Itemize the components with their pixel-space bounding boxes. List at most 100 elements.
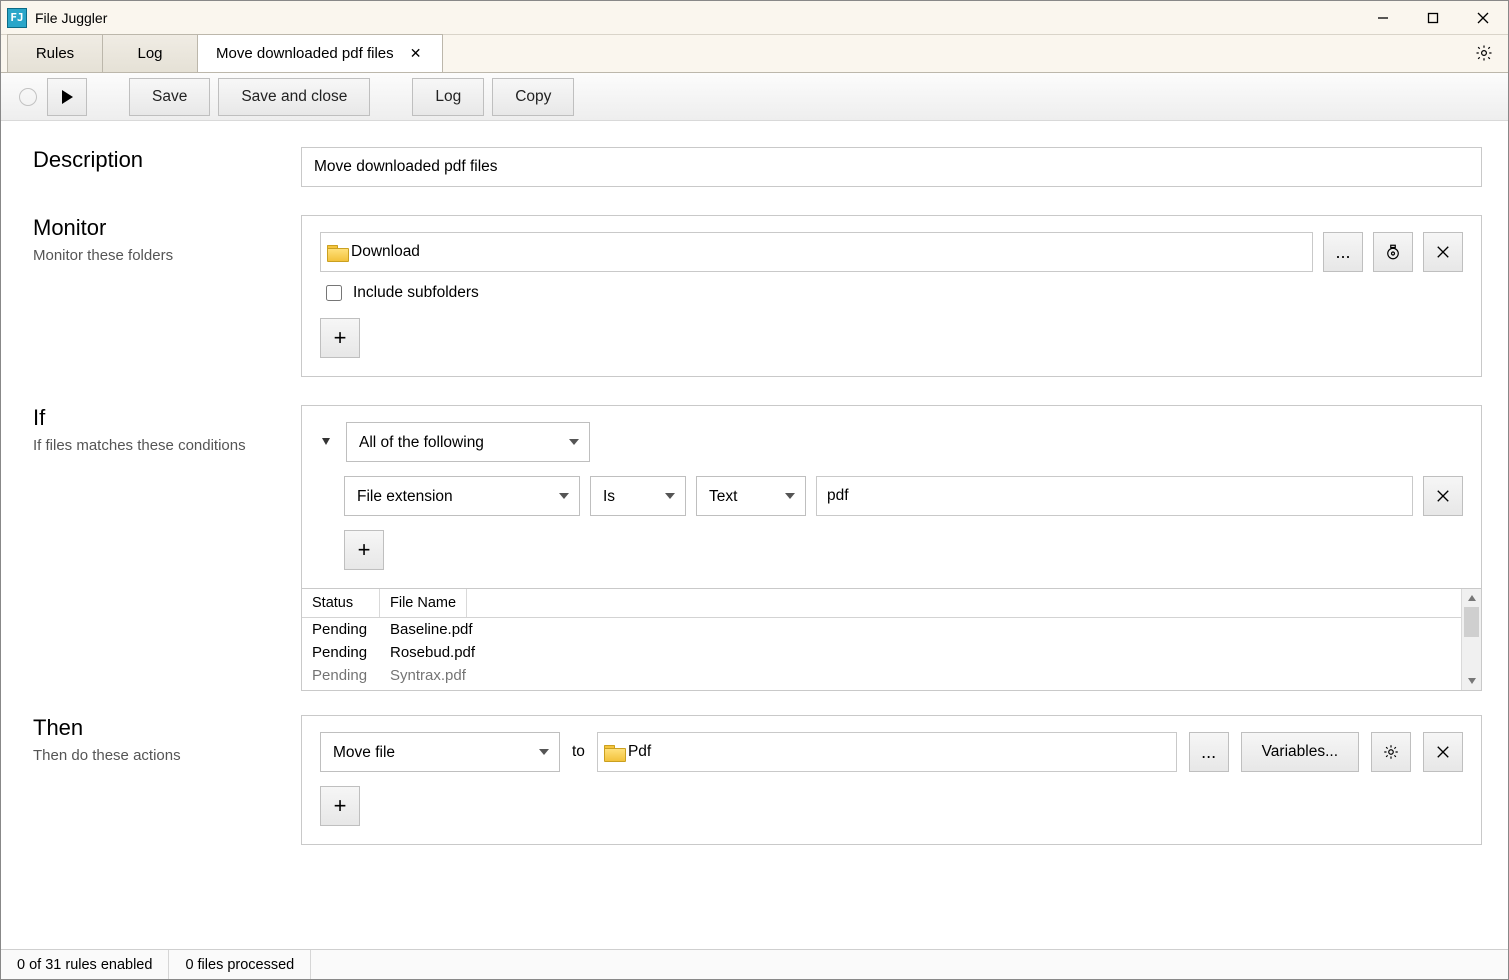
rule-editor: Description Monitor Monitor these folder… xyxy=(1,121,1508,949)
log-button[interactable]: Log xyxy=(412,78,484,116)
plus-icon: + xyxy=(334,325,347,351)
folder-path: Pdf xyxy=(628,743,651,761)
remove-folder-button[interactable] xyxy=(1423,232,1463,272)
save-and-close-button[interactable]: Save and close xyxy=(218,78,370,116)
tab-log[interactable]: Log xyxy=(102,34,198,72)
file-name: Rosebud.pdf xyxy=(390,644,475,661)
save-button[interactable]: Save xyxy=(129,78,210,116)
remove-condition-button[interactable] xyxy=(1423,476,1463,516)
include-subfolders-checkbox[interactable]: Include subfolders xyxy=(322,282,1463,304)
file-name: Syntrax.pdf xyxy=(390,667,466,684)
section-monitor: Monitor Monitor these folders Download .… xyxy=(33,215,1482,377)
close-tab-button[interactable]: ✕ xyxy=(408,46,424,62)
file-status: Pending xyxy=(312,644,390,661)
close-icon xyxy=(1434,487,1452,505)
file-list-scrollbar[interactable] xyxy=(1461,589,1481,690)
title-bar: FJ File Juggler xyxy=(1,1,1508,35)
col-filename[interactable]: File Name xyxy=(380,589,467,617)
add-condition-button[interactable]: + xyxy=(344,530,384,570)
section-sub: Monitor these folders xyxy=(33,247,301,264)
condition-field-select[interactable]: File extension xyxy=(344,476,580,516)
settings-button[interactable] xyxy=(1470,39,1498,67)
gear-icon xyxy=(1382,743,1400,761)
section-sub: Then do these actions xyxy=(33,747,301,764)
status-indicator xyxy=(19,88,37,106)
button-label: Variables... xyxy=(1262,743,1338,761)
section-description: Description xyxy=(33,147,1482,187)
description-input[interactable] xyxy=(301,147,1482,187)
status-files-processed: 0 files processed xyxy=(169,950,311,979)
variables-button[interactable]: Variables... xyxy=(1241,732,1359,772)
play-icon xyxy=(62,90,73,104)
section-heading: Then xyxy=(33,715,301,741)
condition-value-input[interactable] xyxy=(816,476,1413,516)
add-folder-button[interactable]: + xyxy=(320,318,360,358)
gear-icon xyxy=(1475,44,1493,62)
col-status[interactable]: Status xyxy=(302,589,380,617)
tab-label: Log xyxy=(137,45,162,62)
add-action-button[interactable]: + xyxy=(320,786,360,826)
close-icon xyxy=(1434,243,1452,261)
section-heading: If xyxy=(33,405,301,431)
matching-files-list: Status File Name Pending Baseline.pdf Pe… xyxy=(301,589,1482,691)
scroll-up-icon[interactable] xyxy=(1462,589,1481,607)
section-heading: Description xyxy=(33,147,301,173)
tab-label: Move downloaded pdf files xyxy=(216,45,394,62)
file-status: Pending xyxy=(312,667,390,684)
button-label: Save xyxy=(152,88,187,106)
file-row[interactable]: Pending Syntrax.pdf xyxy=(302,664,1461,687)
button-label: ... xyxy=(1335,242,1350,263)
tab-label: Rules xyxy=(36,45,74,62)
file-name: Baseline.pdf xyxy=(390,621,473,638)
checkbox-label: Include subfolders xyxy=(353,284,479,302)
condition-operator-select[interactable]: Is xyxy=(590,476,686,516)
run-button[interactable] xyxy=(47,78,87,116)
button-label: ... xyxy=(1201,742,1216,763)
action-settings-button[interactable] xyxy=(1371,732,1411,772)
close-window-button[interactable] xyxy=(1458,1,1508,35)
tab-current-rule[interactable]: Move downloaded pdf files ✕ xyxy=(197,34,443,72)
action-select[interactable]: Move file xyxy=(320,732,560,772)
stopwatch-icon xyxy=(1384,243,1402,261)
file-status: Pending xyxy=(312,621,390,638)
scroll-thumb[interactable] xyxy=(1464,607,1479,637)
scroll-down-icon[interactable] xyxy=(1462,672,1481,690)
condition-type-select[interactable]: Text xyxy=(696,476,806,516)
monitor-panel: Download ... xyxy=(301,215,1482,377)
maximize-button[interactable] xyxy=(1408,1,1458,35)
collapse-toggle[interactable] xyxy=(320,435,334,449)
close-icon xyxy=(1434,743,1452,761)
browse-folder-button[interactable]: ... xyxy=(1323,232,1363,272)
folder-icon xyxy=(327,243,349,261)
editor-toolbar: Save Save and close Log Copy xyxy=(1,73,1508,121)
checkbox-input[interactable] xyxy=(326,285,342,301)
destination-folder-input[interactable]: Pdf xyxy=(597,732,1177,772)
tab-rules[interactable]: Rules xyxy=(7,34,103,72)
section-then: Then Then do these actions Move file to … xyxy=(33,715,1482,845)
monitor-folder-input[interactable]: Download xyxy=(320,232,1313,272)
plus-icon: + xyxy=(358,537,371,563)
minimize-button[interactable] xyxy=(1358,1,1408,35)
caret-down-icon xyxy=(320,435,332,447)
copy-button[interactable]: Copy xyxy=(492,78,574,116)
tab-strip: Rules Log Move downloaded pdf files ✕ xyxy=(1,35,1508,73)
file-row[interactable]: Pending Rosebud.pdf xyxy=(302,641,1461,664)
remove-action-button[interactable] xyxy=(1423,732,1463,772)
schedule-button[interactable] xyxy=(1373,232,1413,272)
app-icon: FJ xyxy=(7,8,27,28)
plus-icon: + xyxy=(334,793,347,819)
button-label: Save and close xyxy=(241,88,347,106)
file-list-header: Status File Name xyxy=(302,589,1461,618)
window-title: File Juggler xyxy=(35,10,107,26)
condition-group-select[interactable]: All of the following xyxy=(346,422,590,462)
section-if: If If files matches these conditions All… xyxy=(33,405,1482,691)
conditions-panel: All of the following File extension Is T… xyxy=(301,405,1482,589)
button-label: Log xyxy=(435,88,461,106)
status-bar: 0 of 31 rules enabled 0 files processed xyxy=(1,949,1508,979)
status-rules-enabled: 0 of 31 rules enabled xyxy=(1,950,169,979)
actions-panel: Move file to Pdf ... Variables... xyxy=(301,715,1482,845)
browse-destination-button[interactable]: ... xyxy=(1189,732,1229,772)
section-heading: Monitor xyxy=(33,215,301,241)
file-row[interactable]: Pending Baseline.pdf xyxy=(302,618,1461,641)
section-sub: If files matches these conditions xyxy=(33,437,301,454)
